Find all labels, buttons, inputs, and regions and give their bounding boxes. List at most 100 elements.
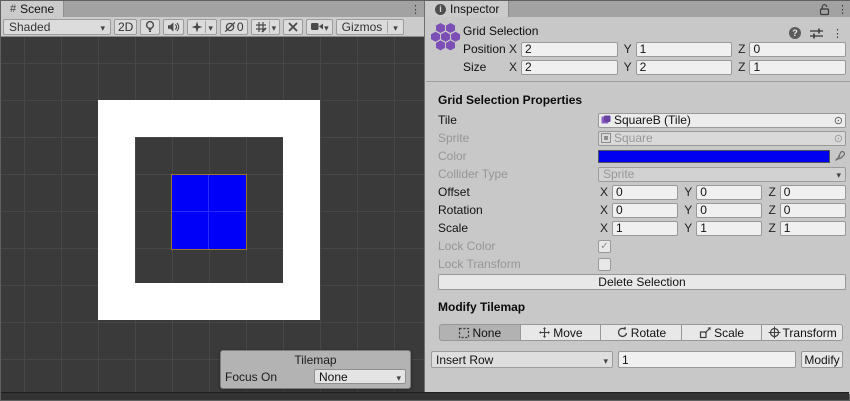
chevron-down-icon — [100, 20, 105, 34]
rotation-x-input[interactable] — [612, 203, 678, 218]
rotate-icon — [616, 326, 629, 339]
modify-rotate-button[interactable]: Rotate — [601, 324, 682, 341]
axis-z-label: Z — [768, 203, 775, 217]
delete-selection-button[interactable]: Delete Selection — [438, 274, 846, 290]
shading-mode-label: Shaded — [9, 20, 50, 34]
scale-label: Scale — [438, 221, 598, 235]
axis-x-label: X — [600, 185, 608, 199]
eyedropper-icon — [834, 150, 846, 162]
lock-transform-label: Lock Transform — [438, 257, 598, 271]
grid-selection-properties-title: Grid Selection Properties — [438, 93, 582, 107]
modify-operation-value: Insert Row — [436, 353, 493, 367]
object-picker-icon — [834, 131, 843, 145]
scene-panel: # Scene Shaded 2D — [1, 1, 425, 394]
inspector-tab-label: Inspector — [450, 2, 499, 16]
lock-color-checkbox: ✓ — [598, 240, 611, 253]
inspector-menu-kebab-icon[interactable] — [837, 2, 848, 16]
scene-grid-dropdown[interactable] — [251, 19, 281, 35]
position-label: Position — [463, 42, 507, 56]
window-bottom-edge — [1, 392, 849, 400]
offset-z-input[interactable] — [780, 185, 846, 200]
unlock-icon[interactable] — [819, 3, 830, 16]
modify-apply-button[interactable]: Modify — [801, 351, 843, 368]
collider-type-value: Sprite — [603, 167, 634, 181]
position-x-input[interactable] — [521, 42, 618, 57]
tile-value: SquareB (Tile) — [614, 113, 691, 127]
axis-x-label: X — [600, 221, 608, 235]
size-label: Size — [463, 60, 507, 74]
scene-lighting-button[interactable] — [140, 19, 160, 35]
scene-effects-dropdown[interactable] — [187, 19, 217, 35]
info-icon: i — [435, 4, 446, 15]
help-icon[interactable]: ? — [789, 27, 801, 39]
component-kebab-icon[interactable] — [832, 26, 843, 40]
modify-transform-button[interactable]: Transform — [762, 324, 843, 341]
scene-toolbar: Shaded 2D — [1, 17, 424, 37]
offset-label: Offset — [438, 185, 598, 199]
object-picker-icon[interactable] — [834, 113, 843, 127]
axis-z-label: Z — [738, 42, 745, 56]
tilemap-focus-overlay: Tilemap Focus On None — [220, 350, 411, 389]
collider-type-label: Collider Type — [438, 167, 598, 181]
color-label: Color — [438, 149, 598, 163]
axis-y-label: Y — [624, 60, 632, 74]
scale-icon — [699, 326, 712, 339]
crossed-tools-icon — [287, 21, 299, 33]
selected-blue-tiles — [172, 175, 246, 249]
toggle-2d-button[interactable]: 2D — [114, 19, 137, 35]
presets-icon[interactable] — [810, 28, 823, 39]
scale-z-input[interactable] — [780, 221, 846, 236]
component-tools-button[interactable] — [283, 19, 303, 35]
scene-camera-dropdown[interactable] — [306, 19, 333, 35]
inspector-content: Grid Selection ? Position X Y — [426, 17, 850, 394]
scene-menu-kebab-icon[interactable] — [410, 2, 421, 16]
axis-y-label: Y — [684, 203, 692, 217]
axis-z-label: Z — [768, 185, 775, 199]
lightbulb-icon — [144, 20, 156, 33]
modify-operation-dropdown[interactable]: Insert Row — [431, 351, 613, 368]
modify-none-button[interactable]: None — [439, 324, 521, 341]
modify-rotate-label: Rotate — [631, 326, 666, 340]
position-y-input[interactable] — [636, 42, 733, 57]
modify-tilemap-title: Modify Tilemap — [438, 300, 525, 314]
lock-transform-checkbox — [598, 258, 611, 271]
modify-move-button[interactable]: Move — [521, 324, 602, 341]
axis-y-label: Y — [684, 221, 692, 235]
chevron-down-icon — [272, 20, 277, 34]
scene-viewport[interactable]: Tilemap Focus On None — [1, 37, 424, 394]
offset-x-input[interactable] — [612, 185, 678, 200]
position-z-input[interactable] — [749, 42, 846, 57]
sprite-label: Sprite — [438, 131, 598, 145]
scale-y-input[interactable] — [696, 221, 762, 236]
gizmos-dropdown[interactable]: Gizmos — [336, 19, 404, 35]
size-z-input[interactable] — [749, 60, 846, 75]
focus-on-dropdown[interactable]: None — [314, 369, 406, 384]
size-y-input[interactable] — [636, 60, 733, 75]
tab-scene[interactable]: # Scene — [1, 1, 64, 17]
chevron-down-icon — [603, 353, 608, 367]
unity-window: # Scene Shaded 2D — [0, 0, 850, 401]
offset-y-input[interactable] — [696, 185, 762, 200]
size-x-input[interactable] — [521, 60, 618, 75]
hidden-count: 0 — [237, 20, 244, 34]
inspector-panel: i Inspector — [426, 1, 850, 394]
scene-visibility-button[interactable]: 0 — [220, 19, 248, 35]
focus-on-label: Focus On — [225, 370, 277, 384]
tab-inspector[interactable]: i Inspector — [426, 1, 509, 17]
modify-scale-button[interactable]: Scale — [682, 324, 763, 341]
modify-scale-label: Scale — [714, 326, 744, 340]
camera-icon — [310, 21, 324, 32]
scene-audio-button[interactable] — [163, 19, 184, 35]
axis-x-label: X — [509, 60, 517, 74]
shading-mode-dropdown[interactable]: Shaded — [3, 19, 111, 35]
modify-transform-label: Transform — [783, 326, 837, 340]
rotation-z-input[interactable] — [780, 203, 846, 218]
rotation-y-input[interactable] — [696, 203, 762, 218]
lock-color-label: Lock Color — [438, 239, 598, 253]
tile-label: Tile — [438, 113, 598, 127]
tile-object-field[interactable]: SquareB (Tile) — [598, 113, 846, 128]
scale-x-input[interactable] — [612, 221, 678, 236]
axis-y-label: Y — [684, 185, 692, 199]
sprite-value: Square — [614, 131, 653, 145]
modify-count-input[interactable] — [618, 351, 796, 368]
